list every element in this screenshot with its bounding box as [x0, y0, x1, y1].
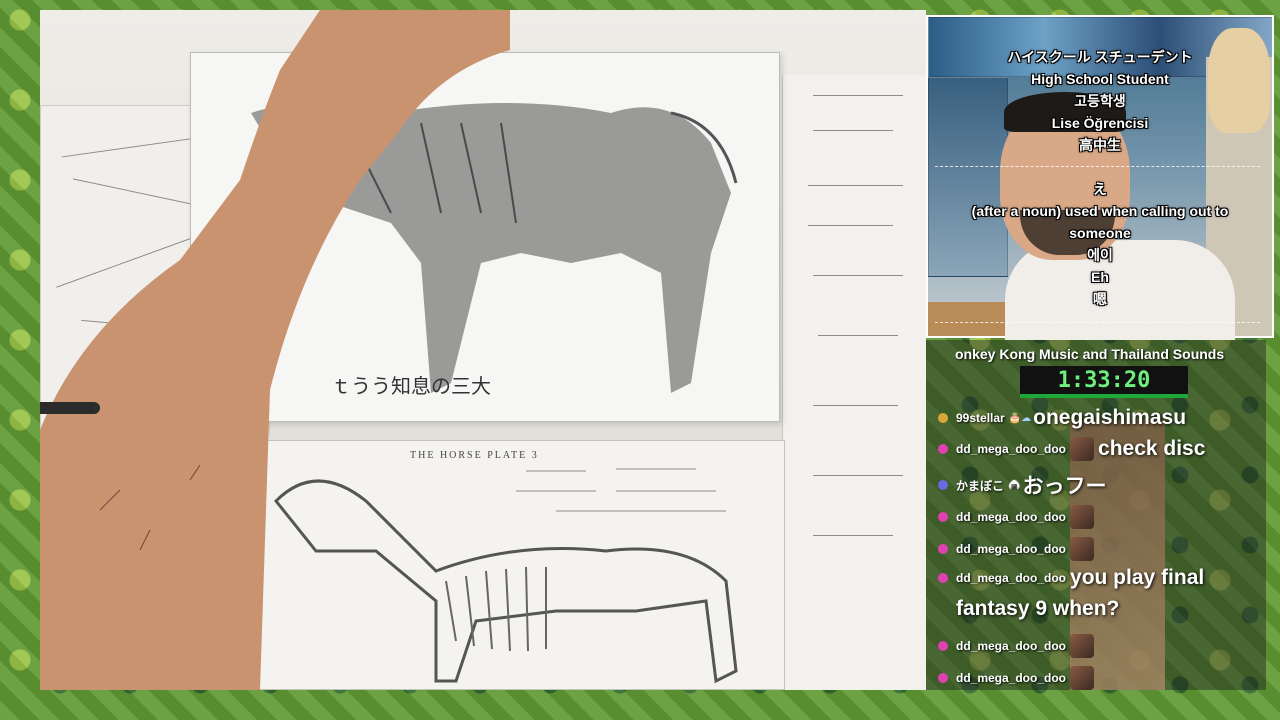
subtitle-block-2: え (after a noun) used when calling out t… [930, 178, 1270, 310]
chat-username: dd_mega_doo_doo [956, 542, 1067, 556]
emote-icon [1070, 505, 1095, 529]
chat-badge-icon [938, 544, 948, 554]
emote-icon [1070, 437, 1095, 461]
subtitle-line: ハイスクール スチューデント [1007, 49, 1193, 65]
user-badges: 🎂☁ [1008, 412, 1032, 424]
chat-badge-icon [938, 512, 948, 522]
main-camera-view: ｔうう知息の三大 THE HORSE PLATE 3 [40, 10, 926, 690]
subtitle-line: (after a noun) used when calling out to [971, 203, 1229, 219]
horse-skeleton-plate [255, 440, 785, 690]
chat-text: check disc [1098, 437, 1206, 460]
subtitle-line: 에이 [1087, 247, 1113, 263]
chat-message: 99stellar 🎂☁ onegaishimasu [938, 406, 1186, 430]
chat-username: dd_mega_doo_doo [956, 671, 1067, 685]
chat-badge-icon [938, 573, 948, 583]
subtitle-divider [935, 166, 1260, 167]
plate-caption: THE HORSE PLATE 3 [410, 450, 539, 461]
subtitle-line: Eh [1091, 269, 1109, 285]
stream-frame: ｔうう知息の三大 THE HORSE PLATE 3 ハイスクール スチューデン… [0, 0, 1280, 720]
chat-username: dd_mega_doo_doo [956, 639, 1067, 653]
subtitle-line: Lise Öğrencisi [1051, 115, 1149, 131]
pen [40, 402, 100, 414]
chat-message: dd_mega_doo_doo [938, 537, 1098, 561]
subtitle-block-1: ハイスクール スチューデント High School Student 고등학생 … [930, 46, 1270, 156]
chat-message: dd_mega_doo_doo [938, 634, 1098, 658]
chat-badge-icon [938, 480, 948, 490]
chat-badge-icon [938, 641, 948, 651]
chat-text: おっフー [1022, 475, 1107, 498]
music-title: onkey Kong Music and Thailand Sounds [955, 346, 1225, 362]
chat-badge-icon [938, 413, 948, 423]
notes-paper-right [782, 75, 926, 690]
subtitle-line: 高中生 [1079, 137, 1121, 153]
chat-username: かまぼこ [956, 478, 1005, 493]
emote-icon [1070, 666, 1095, 690]
chat-message: dd_mega_doo_doo [938, 505, 1098, 529]
subtitle-line: 고등학생 [1074, 93, 1126, 109]
chat-badge-icon [938, 444, 948, 454]
chat-message: dd_mega_doo_doo you play final [938, 566, 1204, 590]
horse-muscle-plate: ｔうう知息の三大 [190, 52, 780, 422]
chat-text: you play final [1070, 566, 1205, 589]
chat-message: かまぼこ 🍙 おっフー [938, 470, 1106, 500]
horse-skeleton-illustration [273, 468, 738, 684]
chat-username: dd_mega_doo_doo [956, 571, 1067, 585]
speedrun-timer: 1:33:20 [1020, 366, 1188, 398]
chat-badge-icon [938, 673, 948, 683]
chat-message: dd_mega_doo_doo check disc [938, 437, 1205, 461]
subtitle-line: え [1093, 181, 1107, 197]
chat-text-continuation: fantasy 9 when? [956, 597, 1120, 620]
chat-username: dd_mega_doo_doo [956, 510, 1067, 524]
subtitle-line: 嗯 [1093, 291, 1107, 307]
chat-text: onegaishimasu [1033, 406, 1187, 429]
horse-muscle-illustration: ｔうう知息の三大 [251, 103, 738, 398]
subtitle-line: High School Student [1031, 71, 1169, 87]
subtitle-line: someone [1069, 225, 1131, 241]
chat-message: dd_mega_doo_doo [938, 666, 1098, 690]
subtitle-divider [935, 322, 1260, 323]
emote-icon [1070, 537, 1095, 561]
chat-username: dd_mega_doo_doo [956, 442, 1067, 456]
emote-icon [1070, 634, 1095, 658]
user-badges: 🍙 [1008, 479, 1021, 491]
chat-username: 99stellar [956, 411, 1005, 425]
svg-text:ｔうう知息の三大: ｔうう知息の三大 [331, 374, 491, 398]
